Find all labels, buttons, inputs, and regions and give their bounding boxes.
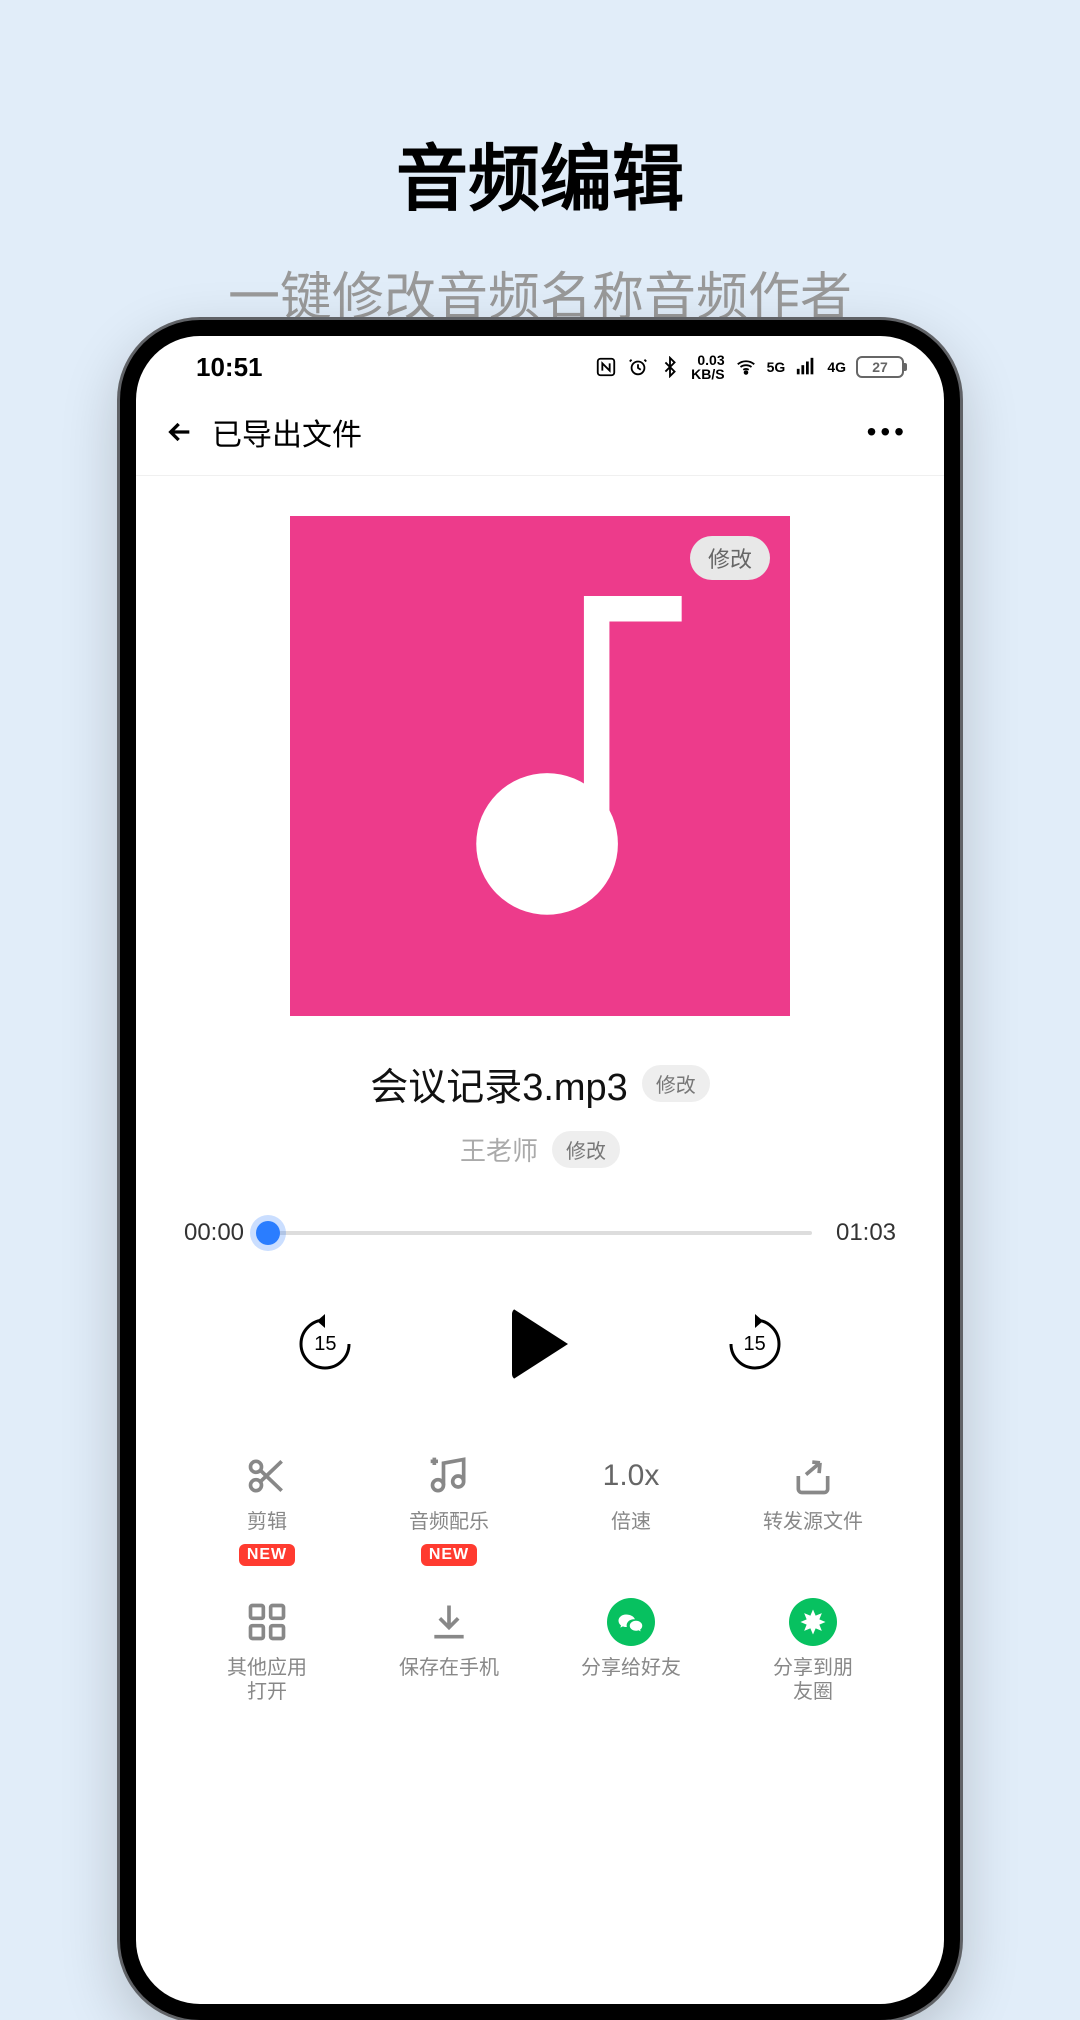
- action-share-friend[interactable]: 分享给好友: [540, 1596, 722, 1704]
- action-label: 剪辑: [247, 1510, 287, 1534]
- action-label: 分享给好友: [581, 1656, 681, 1680]
- slider-thumb[interactable]: [256, 1221, 280, 1245]
- audio-cover[interactable]: 修改: [290, 516, 790, 1016]
- nav-title: 已导出文件: [212, 410, 362, 454]
- forward-seconds: 15: [744, 1333, 766, 1356]
- author-row: 王老师 修改: [460, 1131, 620, 1168]
- file-name: 会议记录3.mp3: [370, 1056, 628, 1111]
- apps-icon: [245, 1600, 289, 1644]
- action-label: 其他应用 打开: [227, 1656, 307, 1704]
- page-subtitle: 一键修改音频名称音频作者: [0, 225, 1080, 330]
- action-label: 音频配乐: [409, 1510, 489, 1534]
- action-save[interactable]: 保存在手机: [358, 1596, 540, 1704]
- page-title: 音频编辑: [0, 0, 1080, 225]
- action-label: 转发源文件: [763, 1510, 863, 1534]
- new-badge: NEW: [239, 1544, 295, 1566]
- action-forward-source[interactable]: 转发源文件: [722, 1450, 904, 1566]
- status-5g: 5G: [767, 359, 786, 375]
- nav-bar: 已导出文件 •••: [136, 388, 944, 476]
- edit-name-button[interactable]: 修改: [642, 1065, 710, 1102]
- status-bar: 10:51 0.03 KB/S 5G 4G 27: [136, 336, 944, 388]
- bluetooth-icon: [659, 356, 681, 378]
- time-total: 01:03: [828, 1219, 904, 1247]
- action-speed[interactable]: 1.0x 倍速: [540, 1450, 722, 1566]
- share-icon: [791, 1454, 835, 1498]
- new-badge: NEW: [421, 1544, 477, 1566]
- time-current: 00:00: [176, 1219, 252, 1247]
- wifi-icon: [735, 356, 757, 378]
- action-music[interactable]: 音频配乐 NEW: [358, 1450, 540, 1566]
- alarm-icon: [627, 356, 649, 378]
- action-label: 倍速: [611, 1510, 651, 1534]
- speed-value: 1.0x: [603, 1459, 660, 1493]
- status-right: 0.03 KB/S 5G 4G 27: [595, 353, 904, 381]
- phone-frame: 10:51 0.03 KB/S 5G 4G 27 已导出文件: [120, 320, 960, 2020]
- rewind-seconds: 15: [314, 1333, 336, 1356]
- rewind-15-button[interactable]: 15: [293, 1312, 357, 1376]
- moments-icon: [789, 1598, 837, 1646]
- file-author: 王老师: [460, 1131, 538, 1168]
- download-icon: [427, 1600, 471, 1644]
- action-label: 保存在手机: [399, 1656, 499, 1680]
- slider-track: [268, 1231, 812, 1235]
- arrow-left-icon: [164, 416, 196, 448]
- play-controls: 15 15: [176, 1308, 904, 1380]
- music-note-icon: [390, 596, 690, 936]
- file-title-row: 会议记录3.mp3 修改: [370, 1056, 710, 1111]
- play-button[interactable]: [512, 1308, 568, 1380]
- action-share-moments[interactable]: 分享到朋 友圈: [722, 1596, 904, 1704]
- action-cut[interactable]: 剪辑 NEW: [176, 1450, 358, 1566]
- play-icon: [512, 1308, 568, 1380]
- progress-row: 00:00 01:03: [176, 1218, 904, 1248]
- more-button[interactable]: •••: [867, 416, 916, 448]
- phone-screen: 10:51 0.03 KB/S 5G 4G 27 已导出文件: [136, 336, 944, 2004]
- status-time: 10:51: [196, 352, 263, 383]
- back-button[interactable]: [164, 416, 204, 448]
- music-plus-icon: [427, 1454, 471, 1498]
- edit-cover-button[interactable]: 修改: [690, 536, 770, 580]
- action-grid: 剪辑 NEW 音频配乐 NEW 1.0x: [176, 1450, 904, 1704]
- action-open-other[interactable]: 其他应用 打开: [176, 1596, 358, 1704]
- progress-slider[interactable]: [268, 1218, 812, 1248]
- status-4g: 4G: [827, 359, 846, 375]
- battery-icon: 27: [856, 356, 904, 378]
- wechat-icon: [607, 1598, 655, 1646]
- signal-icon: [795, 356, 817, 378]
- nfc-icon: [595, 356, 617, 378]
- scissors-icon: [245, 1454, 289, 1498]
- edit-author-button[interactable]: 修改: [552, 1131, 620, 1168]
- forward-15-button[interactable]: 15: [723, 1312, 787, 1376]
- content: 修改 会议记录3.mp3 修改 王老师 修改 00:00 01:03: [136, 476, 944, 1704]
- status-kbs: 0.03 KB/S: [691, 353, 724, 381]
- action-label: 分享到朋 友圈: [773, 1656, 853, 1704]
